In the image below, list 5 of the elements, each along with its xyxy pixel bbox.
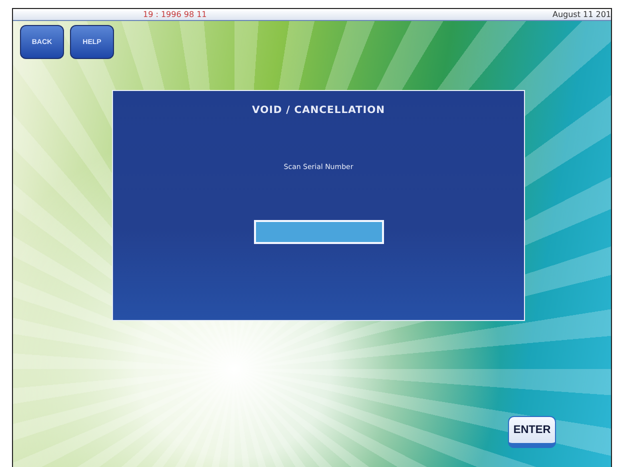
status-date: August 11 201 — [552, 10, 611, 18]
serial-number-field[interactable] — [254, 220, 384, 244]
dialog-title: VOID / CANCELLATION — [252, 105, 385, 116]
enter-button[interactable]: ENTER — [508, 416, 556, 448]
status-code: 19 : 1996 98 11 — [143, 10, 207, 18]
